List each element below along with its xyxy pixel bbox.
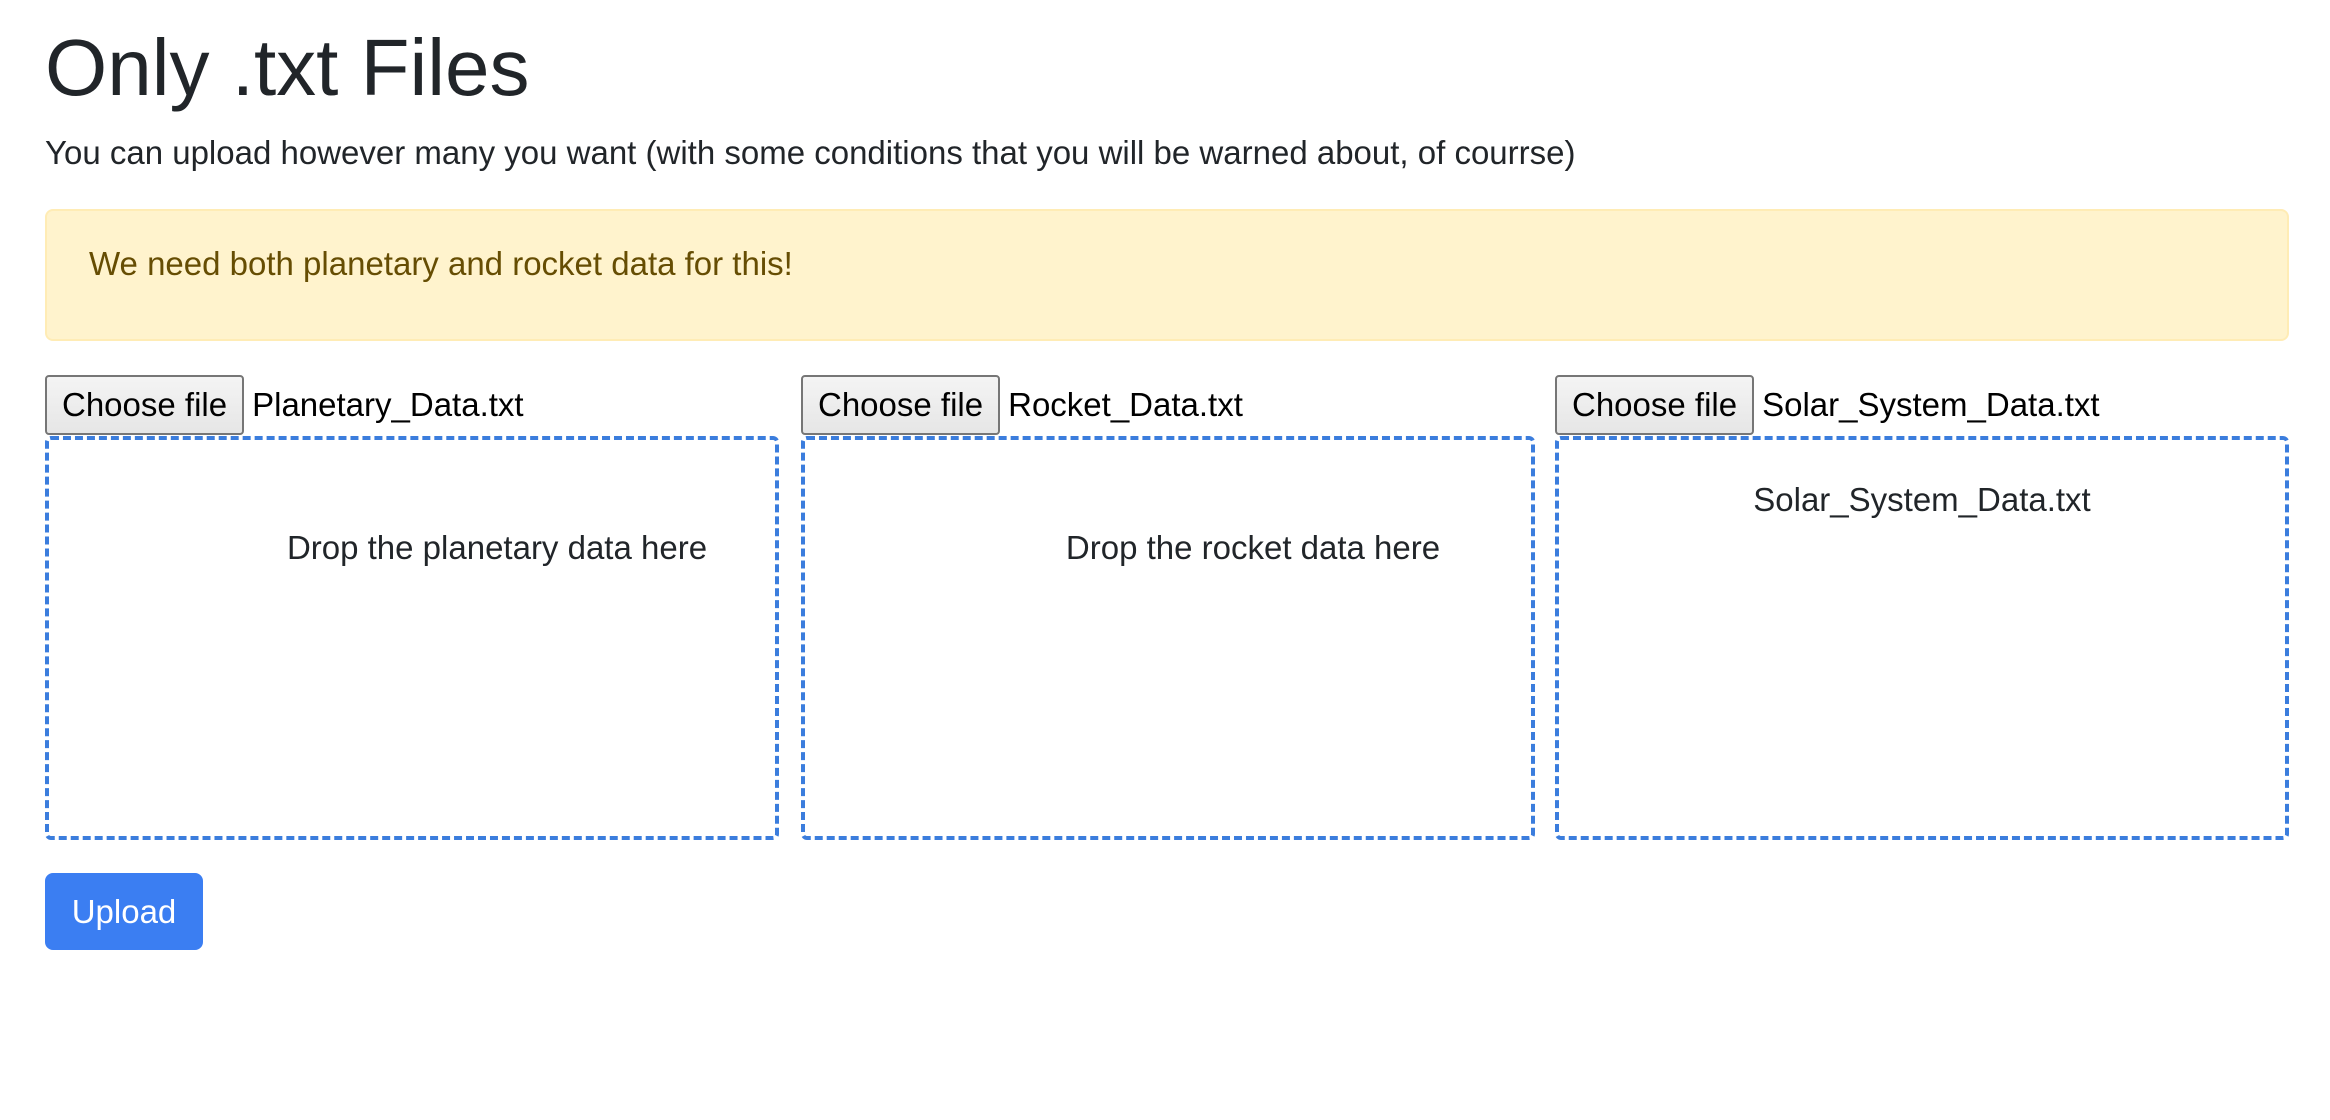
dropzone-rocket[interactable]: Drop the rocket data here [801, 436, 1535, 840]
choose-file-button-solar-system[interactable]: Choose file [1555, 375, 1755, 435]
dropzone-planetary[interactable]: Drop the planetary data here [45, 436, 779, 840]
selected-file-name-planetary: Planetary_Data.txt [252, 386, 524, 423]
dropzone-text-solar-system: Solar_System_Data.txt [1753, 481, 2091, 518]
selected-file-name-rocket: Rocket_Data.txt [1008, 386, 1243, 423]
file-input-solar-system: Choose file Solar_System_Data.txt [1555, 375, 2100, 435]
choose-file-button-rocket[interactable]: Choose file [801, 375, 1001, 435]
uploader-solar-system: Choose file Solar_System_Data.txt Solar_… [1555, 375, 2289, 840]
dropzone-text-rocket: Drop the rocket data here [1065, 529, 1441, 566]
warning-alert-message: We need both planetary and rocket data f… [89, 245, 793, 282]
warning-alert: We need both planetary and rocket data f… [45, 209, 2289, 341]
page-subtitle: You can upload however many you want (wi… [45, 134, 1576, 171]
uploader-planetary: Choose file Planetary_Data.txt Drop the … [45, 375, 779, 840]
page-title: Only .txt Files [45, 23, 530, 112]
uploader-rocket: Choose file Rocket_Data.txt Drop the roc… [801, 375, 1535, 840]
selected-file-name-solar-system: Solar_System_Data.txt [1762, 386, 2100, 423]
upload-button[interactable]: Upload [45, 873, 203, 950]
choose-file-button-planetary[interactable]: Choose file [45, 375, 245, 435]
file-input-rocket: Choose file Rocket_Data.txt [801, 375, 1243, 435]
file-input-planetary: Choose file Planetary_Data.txt [45, 375, 524, 435]
dropzone-solar-system[interactable]: Solar_System_Data.txt [1555, 436, 2289, 840]
dropzone-text-planetary: Drop the planetary data here [286, 529, 708, 566]
